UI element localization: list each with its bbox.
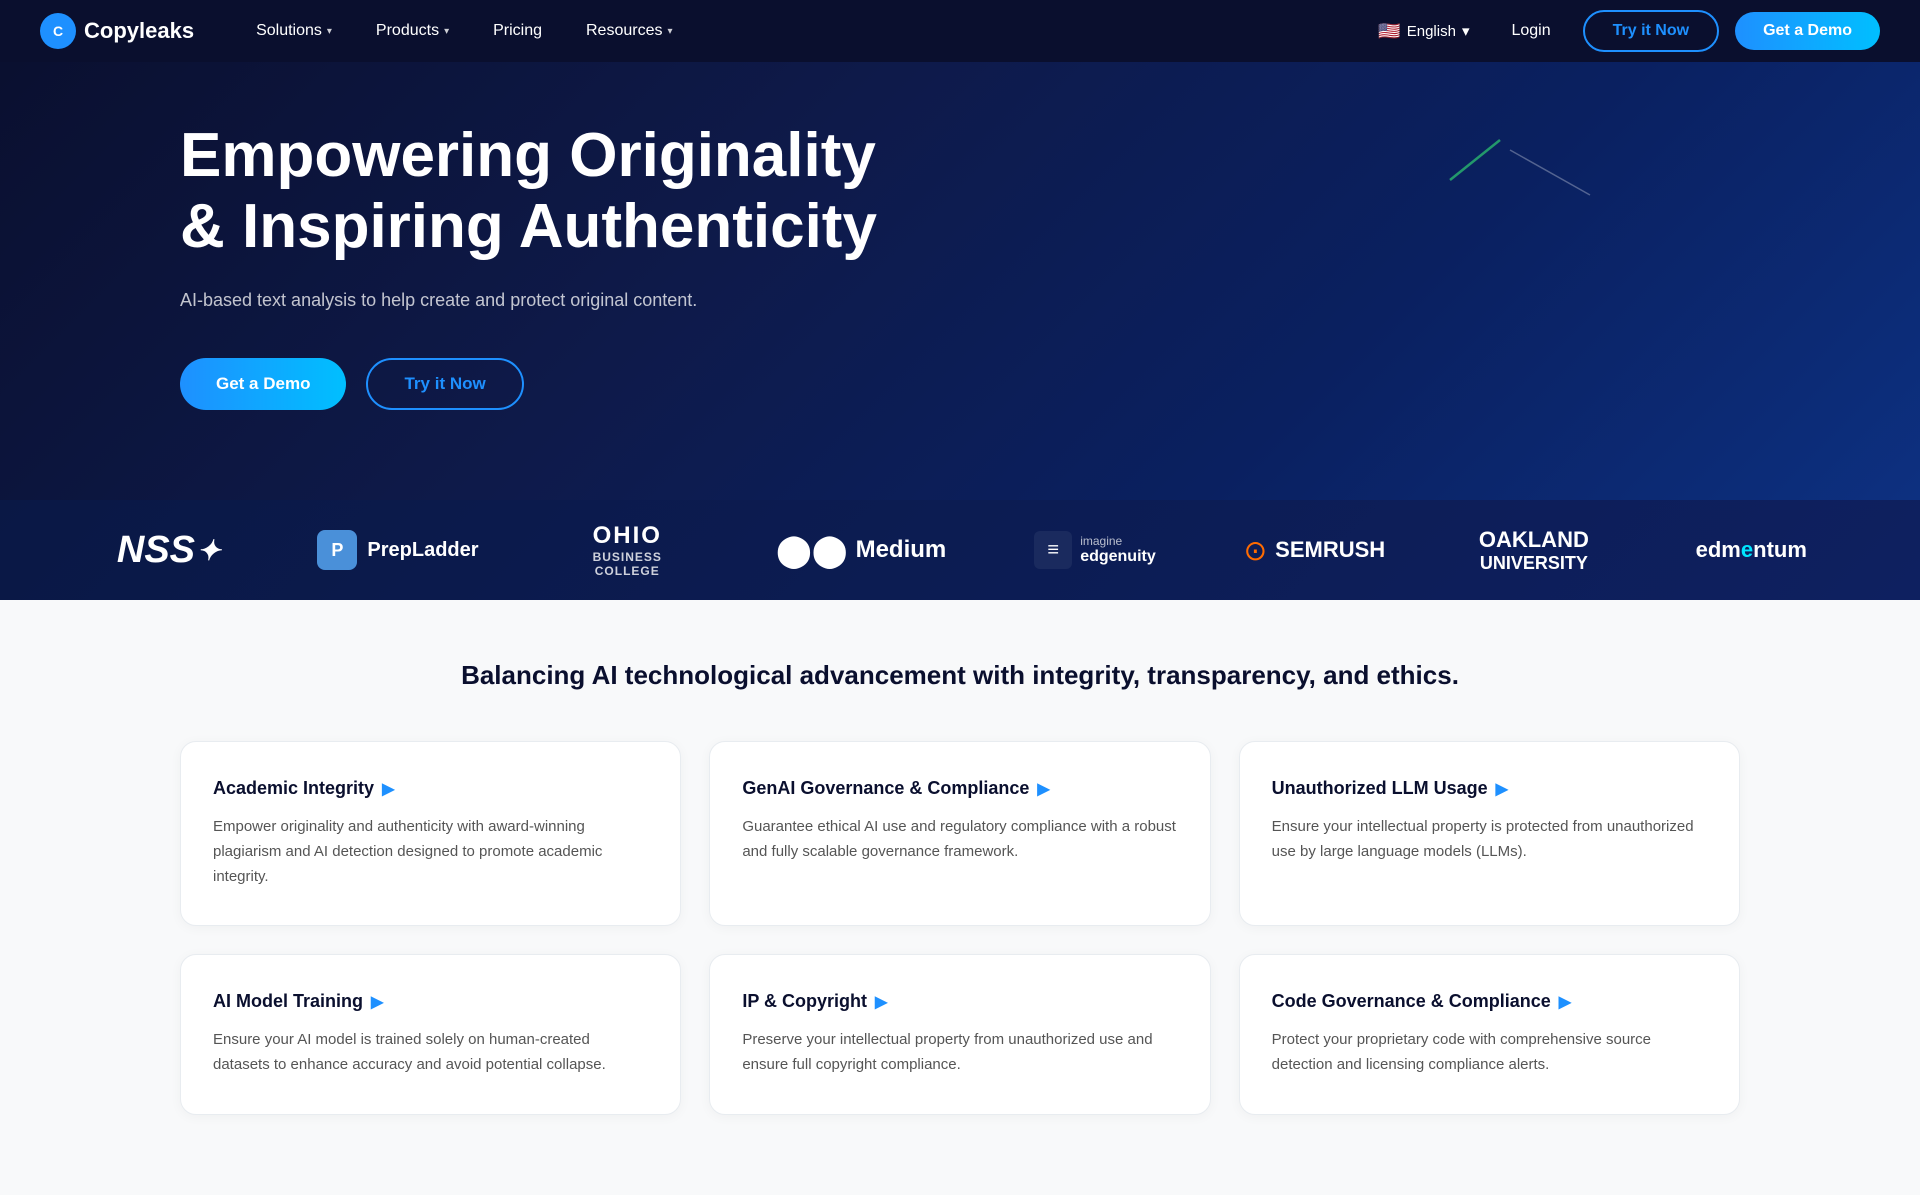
- flag-icon: 🇺🇸: [1378, 21, 1400, 42]
- feature-desc-academic-integrity: Empower originality and authenticity wit…: [213, 815, 648, 889]
- feature-card-ai-model-training: AI Model Training ▶ Ensure your AI model…: [180, 954, 681, 1115]
- logo-edmentum: edmentum: [1643, 500, 1860, 600]
- partner-logos-section: NSS ✦ P PrepLadder OHIO BUSINESS COLLEGE…: [0, 500, 1920, 600]
- solutions-chevron-icon: ▾: [327, 26, 332, 37]
- feature-desc-llm-usage: Ensure your intellectual property is pro…: [1272, 815, 1707, 865]
- feature-card-academic-integrity: Academic Integrity ▶ Empower originality…: [180, 741, 681, 926]
- logo-oakland-university: OAKLAND UNIVERSITY: [1425, 500, 1642, 600]
- nav-item-products[interactable]: Products ▾: [354, 0, 471, 62]
- features-section: Balancing AI technological advancement w…: [0, 600, 1920, 1195]
- semrush-icon: ⊙: [1244, 534, 1267, 567]
- feature-arrow-icon: ▶: [875, 992, 887, 1012]
- products-chevron-icon: ▾: [444, 26, 449, 37]
- features-section-title: Balancing AI technological advancement w…: [180, 660, 1740, 691]
- feature-arrow-icon: ▶: [371, 992, 383, 1012]
- logo-text: Copyleaks: [84, 18, 194, 44]
- logo-icon: C: [40, 13, 76, 49]
- nav-right: 🇺🇸 English ▾ Login Try it Now Get a Demo: [1368, 10, 1880, 52]
- feature-arrow-icon: ▶: [1037, 779, 1049, 799]
- feature-arrow-icon: ▶: [1559, 992, 1571, 1012]
- feature-desc-ai-model-training: Ensure your AI model is trained solely o…: [213, 1028, 648, 1078]
- get-a-demo-button-nav[interactable]: Get a Demo: [1735, 12, 1880, 50]
- get-a-demo-button-hero[interactable]: Get a Demo: [180, 358, 346, 410]
- hero-buttons: Get a Demo Try it Now: [180, 358, 1740, 410]
- nav-item-resources[interactable]: Resources ▾: [564, 0, 695, 62]
- features-grid: Academic Integrity ▶ Empower originality…: [180, 741, 1740, 1115]
- navbar: C Copyleaks Solutions ▾ Products ▾ Prici…: [0, 0, 1920, 62]
- feature-title-llm-usage: Unauthorized LLM Usage ▶: [1272, 778, 1707, 799]
- hero-title: Empowering Originality & Inspiring Authe…: [180, 120, 880, 263]
- logo-ohio-business-college: OHIO BUSINESS COLLEGE: [519, 500, 736, 600]
- language-selector[interactable]: 🇺🇸 English ▾: [1368, 15, 1479, 48]
- feature-arrow-icon: ▶: [382, 779, 394, 799]
- feature-desc-ip-copyright: Preserve your intellectual property from…: [742, 1028, 1177, 1078]
- try-it-now-button-hero[interactable]: Try it Now: [366, 358, 523, 410]
- feature-card-genai-governance: GenAI Governance & Compliance ▶ Guarante…: [709, 741, 1210, 926]
- feature-title-ip-copyright: IP & Copyright ▶: [742, 991, 1177, 1012]
- feature-title-ai-model-training: AI Model Training ▶: [213, 991, 648, 1012]
- logo-nss: NSS ✦: [60, 500, 277, 600]
- logo-medium: ⬤⬤ Medium: [736, 500, 986, 600]
- logo-semrush: ⊙ SEMRUSH: [1204, 500, 1425, 600]
- nss-star-icon: ✦: [197, 534, 220, 567]
- feature-title-academic-integrity: Academic Integrity ▶: [213, 778, 648, 799]
- nav-item-pricing[interactable]: Pricing: [471, 0, 564, 62]
- edgenuity-icon: ≡: [1034, 531, 1072, 569]
- nav-left: C Copyleaks Solutions ▾ Products ▾ Prici…: [40, 0, 695, 62]
- feature-title-code-governance: Code Governance & Compliance ▶: [1272, 991, 1707, 1012]
- feature-card-code-governance: Code Governance & Compliance ▶ Protect y…: [1239, 954, 1740, 1115]
- medium-icon: ⬤⬤: [776, 531, 848, 569]
- logo-prepladder: P PrepLadder: [277, 500, 518, 600]
- login-button[interactable]: Login: [1495, 14, 1566, 48]
- feature-title-genai-governance: GenAI Governance & Compliance ▶: [742, 778, 1177, 799]
- feature-card-llm-usage: Unauthorized LLM Usage ▶ Ensure your int…: [1239, 741, 1740, 926]
- logo-edgenuity: ≡ imagine edgenuity: [986, 500, 1203, 600]
- nav-item-solutions[interactable]: Solutions ▾: [234, 0, 354, 62]
- hero-decorative-icon: [1420, 120, 1620, 220]
- try-it-now-button-nav[interactable]: Try it Now: [1583, 10, 1719, 52]
- hero-section: Empowering Originality & Inspiring Authe…: [0, 0, 1920, 500]
- feature-arrow-icon: ▶: [1496, 779, 1508, 799]
- resources-chevron-icon: ▾: [667, 26, 672, 37]
- lang-label: English: [1407, 23, 1456, 40]
- lang-chevron-icon: ▾: [1462, 22, 1470, 40]
- hero-subtitle: AI-based text analysis to help create an…: [180, 287, 700, 314]
- logo[interactable]: C Copyleaks: [40, 13, 194, 49]
- feature-card-ip-copyright: IP & Copyright ▶ Preserve your intellect…: [709, 954, 1210, 1115]
- feature-desc-code-governance: Protect your proprietary code with compr…: [1272, 1028, 1707, 1078]
- feature-desc-genai-governance: Guarantee ethical AI use and regulatory …: [742, 815, 1177, 865]
